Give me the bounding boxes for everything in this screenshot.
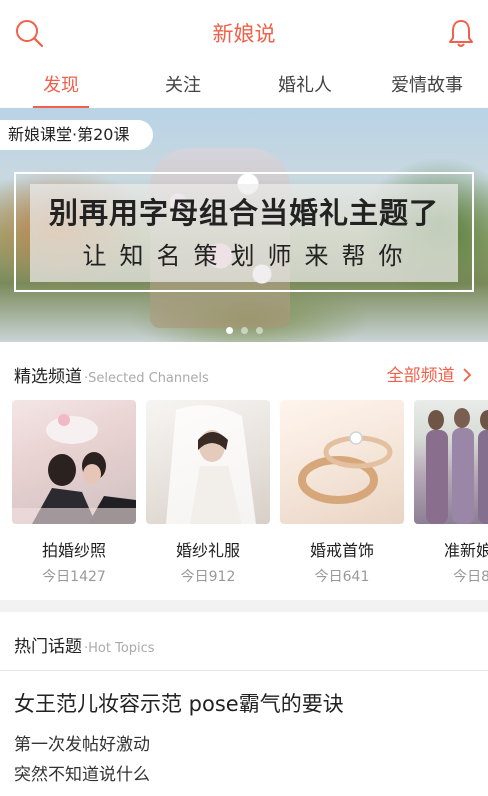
- selected-channels-section: 精选频道 ·Selected Channels 全部频道 拍婚纱照 今日1427…: [0, 342, 488, 600]
- topics-title: 热门话题 ·Hot Topics: [14, 632, 155, 657]
- topic-line[interactable]: 第一次发帖好激动: [14, 730, 150, 755]
- channels-title-text: 精选频道: [14, 367, 82, 387]
- carousel-dots[interactable]: [0, 327, 488, 334]
- channel-item-bride-chat[interactable]: 准新娘聊 今日83: [414, 400, 488, 586]
- topic-headline[interactable]: 女王范儿妆容示范 pose霸气的要诀: [14, 688, 344, 718]
- tab-love-stories[interactable]: 爱情故事: [366, 66, 488, 108]
- top-bar: 新娘说: [0, 0, 488, 66]
- carousel-dot[interactable]: [225, 327, 233, 334]
- chevron-right-icon: [463, 368, 472, 382]
- channel-thumbnail: [12, 400, 136, 524]
- channel-thumbnail: [146, 400, 270, 524]
- channel-count: 今日912: [180, 569, 236, 585]
- channel-thumbnail: [280, 400, 404, 524]
- divider: [0, 670, 488, 671]
- channel-name: 婚戒首饰: [309, 541, 374, 560]
- hero-banner[interactable]: 别再用字母组合当婚礼主题了 让知名策划师来帮你 新娘课堂·第20课: [0, 108, 488, 342]
- topics-subtitle: ·Hot Topics: [84, 641, 155, 656]
- hot-topics-section: 热门话题 ·Hot Topics 女王范儿妆容示范 pose霸气的要诀 第一次发帖…: [0, 612, 488, 796]
- channel-item-wedding-photos[interactable]: 拍婚纱照 今日1427: [12, 400, 136, 586]
- channel-name: 准新娘聊: [443, 541, 488, 560]
- tab-following[interactable]: 关注: [122, 66, 244, 108]
- tab-bar: 发现 关注 婚礼人 爱情故事: [0, 66, 488, 108]
- channels-subtitle: ·Selected Channels: [84, 371, 209, 386]
- channel-count: 今日1427: [42, 569, 106, 585]
- channel-item-wedding-dresses[interactable]: 婚纱礼服 今日912: [146, 400, 270, 586]
- banner-subline: 让知名策划师来帮你: [82, 242, 416, 270]
- topics-title-text: 热门话题: [14, 637, 82, 657]
- carousel-dot[interactable]: [255, 327, 263, 334]
- channel-count: 今日83: [453, 569, 488, 585]
- channel-item-rings-jewelry[interactable]: 婚戒首饰 今日641: [280, 400, 404, 586]
- banner-tag: 新娘课堂·第20课: [0, 120, 154, 150]
- channel-name: 拍婚纱照: [41, 541, 106, 560]
- all-channels-label: 全部频道: [386, 366, 455, 386]
- all-channels-link[interactable]: 全部频道: [387, 361, 472, 386]
- channel-list: 拍婚纱照 今日1427 婚纱礼服 今日912 婚戒首饰 今日641 准新娘 今日…: [12, 400, 488, 590]
- banner-headline: 别再用字母组合当婚礼主题了: [48, 196, 439, 230]
- app-title: 新娘说: [212, 22, 276, 46]
- channel-name: 婚纱礼服: [175, 541, 240, 560]
- tab-discover[interactable]: 发现: [0, 66, 122, 108]
- channels-title: 精选频道 ·Selected Channels: [14, 362, 209, 387]
- channel-thumbnail: [414, 400, 488, 524]
- carousel-dot[interactable]: [240, 327, 248, 334]
- channel-count: 今日641: [314, 569, 370, 585]
- topic-line[interactable]: 突然不知道说什么: [14, 760, 150, 785]
- tab-wedding-people[interactable]: 婚礼人: [244, 66, 366, 108]
- bell-icon[interactable]: [446, 18, 476, 48]
